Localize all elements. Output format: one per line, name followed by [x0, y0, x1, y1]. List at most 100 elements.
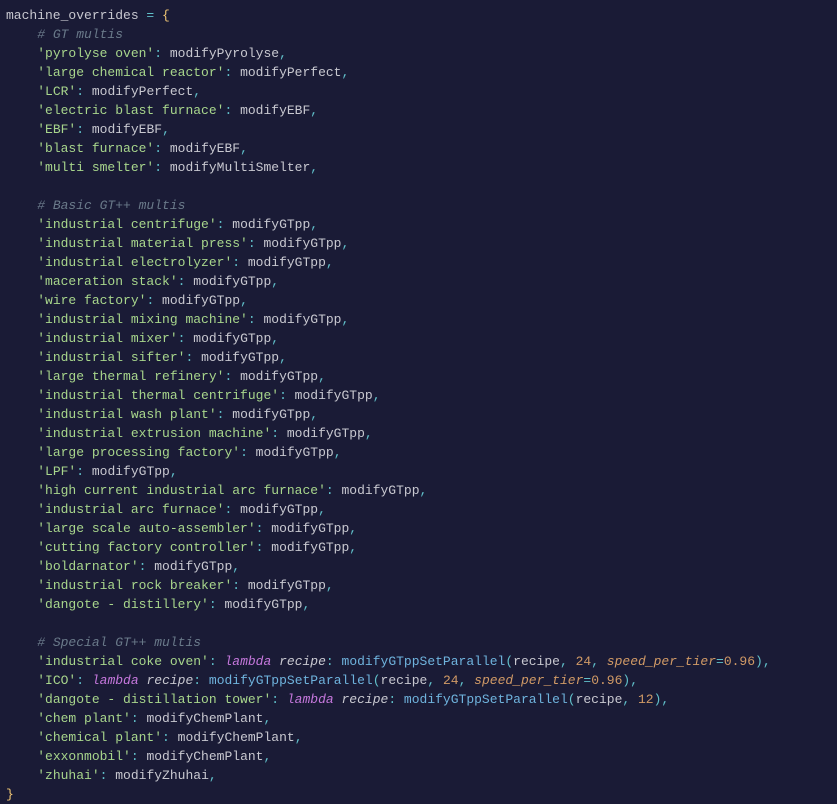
code-token: 'maceration stack' [37, 274, 177, 289]
code-token: { [162, 8, 170, 23]
code-token: : [217, 217, 233, 232]
code-token: : [76, 673, 92, 688]
code-token: modifyGTpp [271, 540, 349, 555]
code-token: : [388, 692, 404, 707]
code-token: 'chemical plant' [37, 730, 162, 745]
code-token: modifyEBF [170, 141, 240, 156]
code-token: 0.96 [724, 654, 755, 669]
code-token: : [178, 331, 194, 346]
code-token: : [209, 654, 225, 669]
code-token: ( [373, 673, 381, 688]
code-token: recipe [381, 673, 428, 688]
code-token: modifyGTpp [232, 217, 310, 232]
code-token: modifyGTpp [92, 464, 170, 479]
code-token: , [310, 407, 318, 422]
code-token: , [279, 350, 287, 365]
code-token: 'LCR' [37, 84, 76, 99]
code-token: modifyZhuhai [115, 768, 209, 783]
code-token: recipe [342, 692, 389, 707]
code-token: 'multi smelter' [37, 160, 154, 175]
code-token: modifyGTppSetParallel [209, 673, 373, 688]
code-token: : [240, 445, 256, 460]
code-token: 'industrial thermal centrifuge' [37, 388, 279, 403]
code-token: : [154, 160, 170, 175]
code-token: , [661, 692, 669, 707]
code-token: , [170, 464, 178, 479]
code-token: : [232, 255, 248, 270]
code-token: , [341, 236, 349, 251]
code-token: 'large scale auto-assembler' [37, 521, 255, 536]
code-token: 24 [443, 673, 459, 688]
code-token: : [185, 350, 201, 365]
code-token: modifyGTpp [193, 274, 271, 289]
code-token: , [310, 103, 318, 118]
code-token: , [560, 654, 576, 669]
code-token: , [591, 654, 607, 669]
code-token: # GT multis [37, 27, 123, 42]
code-token: 'pyrolyse oven' [37, 46, 154, 61]
code-token: modifyGTpp [154, 559, 232, 574]
code-token: modifyGTpp [232, 407, 310, 422]
code-token: modifyGTpp [201, 350, 279, 365]
code-token: : [256, 521, 272, 536]
code-token: : [256, 540, 272, 555]
code-token: , [365, 426, 373, 441]
code-token: modifyGTpp [263, 312, 341, 327]
code-token: : [139, 559, 155, 574]
code-token: 12 [638, 692, 654, 707]
code-token: 'industrial mixer' [37, 331, 177, 346]
code-token: , [630, 673, 638, 688]
code-token: modifyEBF [240, 103, 310, 118]
code-token: modifyChemPlant [178, 730, 295, 745]
code-token: 'blast furnace' [37, 141, 154, 156]
code-token: modifyGTpp [341, 483, 419, 498]
code-token: 'industrial rock breaker' [37, 578, 232, 593]
code-token: modifyGTpp [271, 521, 349, 536]
code-token: , [271, 274, 279, 289]
code-token: 'industrial electrolyzer' [37, 255, 232, 270]
code-token: , [271, 331, 279, 346]
code-token: : [209, 597, 225, 612]
code-token: 'dangote - distillation tower' [37, 692, 271, 707]
code-token: lambda [287, 692, 334, 707]
code-token: modifyGTpp [162, 293, 240, 308]
code-token: ) [755, 654, 763, 669]
code-token: 'high current industrial arc furnace' [37, 483, 326, 498]
code-token: 'zhuhai' [37, 768, 99, 783]
code-token: 'industrial mixing machine' [37, 312, 248, 327]
code-token: , [349, 521, 357, 536]
code-token: : [76, 464, 92, 479]
code-token: : [279, 388, 295, 403]
code-token: 'cutting factory controller' [37, 540, 255, 555]
code-token: = [716, 654, 724, 669]
code-token: , [295, 730, 303, 745]
code-token: } [6, 787, 14, 802]
code-token: 'chem plant' [37, 711, 131, 726]
code-token: , [427, 673, 443, 688]
code-token: : [224, 65, 240, 80]
code-token: : [131, 711, 147, 726]
code-token: 'industrial wash plant' [37, 407, 216, 422]
code-token: 'industrial arc furnace' [37, 502, 224, 517]
code-token: modifyGTppSetParallel [404, 692, 568, 707]
code-token: : [76, 84, 92, 99]
code-token: 'electric blast furnace' [37, 103, 224, 118]
code-token: 'LPF' [37, 464, 76, 479]
code-token: , [302, 597, 310, 612]
code-token: : [76, 122, 92, 137]
code-token: 24 [576, 654, 592, 669]
code-token: 'dangote - distillery' [37, 597, 209, 612]
code-token: 'ICO' [37, 673, 76, 688]
code-token: modifyGTpp [256, 445, 334, 460]
code-token: : [162, 730, 178, 745]
code-token: , [341, 312, 349, 327]
code-token: : [271, 692, 287, 707]
code-token: : [232, 578, 248, 593]
code-token: , [240, 141, 248, 156]
code-token: , [318, 369, 326, 384]
code-token: , [193, 84, 201, 99]
code-token: ( [568, 692, 576, 707]
code-token: , [459, 673, 475, 688]
code-token: , [349, 540, 357, 555]
code-token: modifyGTpp [240, 369, 318, 384]
